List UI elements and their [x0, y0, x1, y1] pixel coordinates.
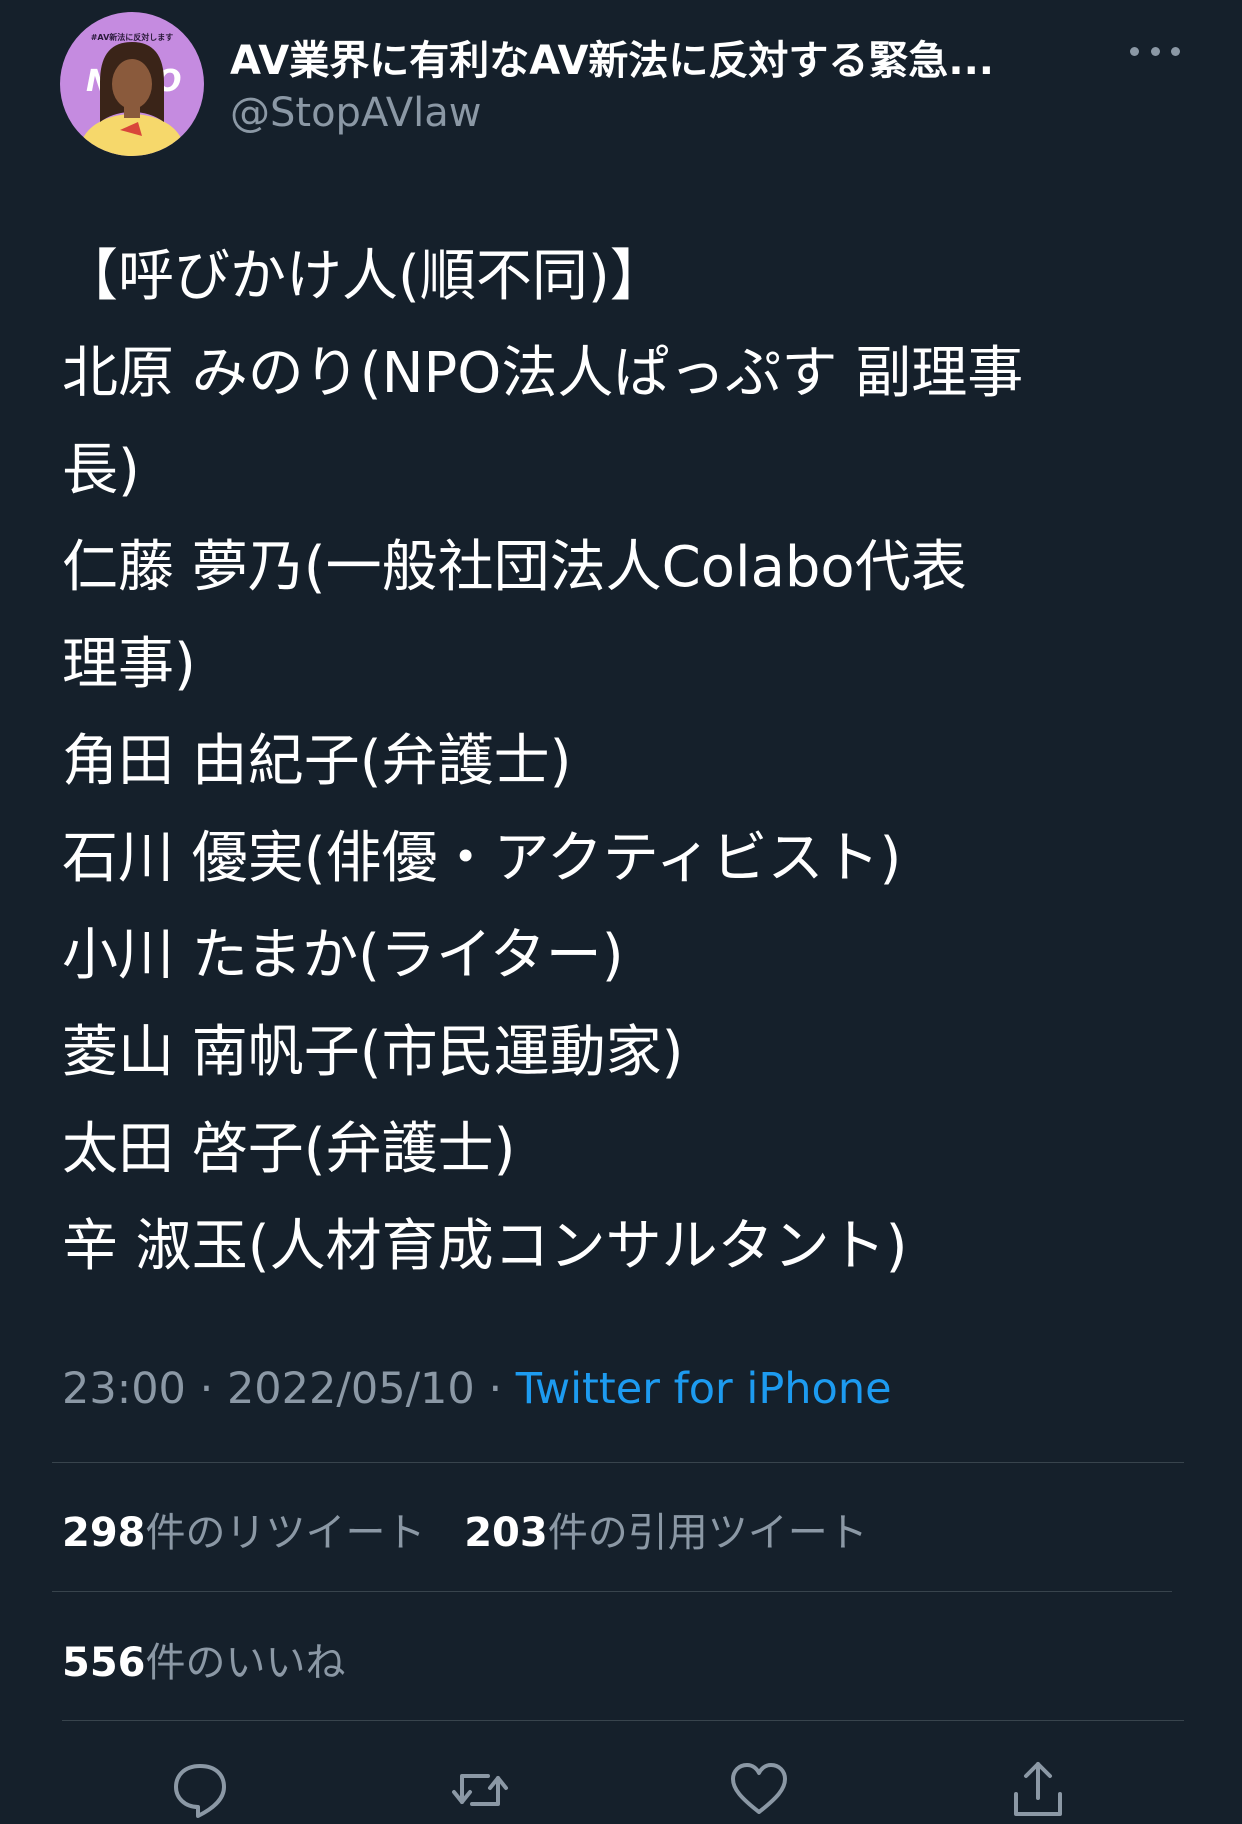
dot	[1150, 46, 1160, 56]
heart-icon[interactable]	[727, 1758, 791, 1822]
tweet-line: 石川 優実(俳優・アクティビスト)	[62, 826, 902, 891]
tweet-header: #AV新法に反対します N O AV業界に有利なAV新法に反対する緊急... @…	[0, 0, 1242, 170]
dot	[1171, 46, 1180, 56]
tweet-line: 北原 みのり(NPO法人ぱっぷす 副理事	[62, 341, 1024, 406]
divider	[52, 1462, 1184, 1463]
tweet-line: 辛 淑玉(人材育成コンサルタント)	[62, 1214, 908, 1279]
tweet-line: 小川 たまか(ライター)	[62, 923, 624, 988]
tweet-time[interactable]: 23:00	[62, 1364, 186, 1414]
meta-separator: ·	[474, 1364, 516, 1414]
divider	[62, 1720, 1184, 1721]
tweet-line: 菱山 南帆子(市民運動家)	[62, 1020, 684, 1085]
tweet-line: 【呼びかけ人(順不同)】	[62, 244, 666, 309]
likes-label: 件のいいね	[145, 1640, 346, 1686]
retweet-stats-row: 298件のリツイート 203件の引用ツイート	[62, 1500, 868, 1558]
tweet-date[interactable]: 2022/05/10	[227, 1364, 475, 1414]
tweet-line: 長)	[62, 438, 140, 503]
avatar[interactable]: #AV新法に反対します N O	[60, 12, 204, 156]
retweets-count: 298	[62, 1510, 146, 1556]
tweet-line: 角田 由紀子(弁護士)	[62, 729, 572, 794]
quotes-link[interactable]: 203件の引用ツイート	[464, 1510, 868, 1556]
tweet-line: 理事)	[62, 632, 196, 697]
meta-separator: ·	[185, 1364, 227, 1414]
quotes-label: 件の引用ツイート	[547, 1510, 868, 1556]
likes-link[interactable]: 556件のいいね	[62, 1640, 346, 1686]
tweet-meta: 23:00 · 2022/05/10 · Twitter for iPhone	[62, 1364, 892, 1414]
divider	[52, 1591, 1172, 1592]
likes-count: 556	[62, 1640, 146, 1686]
tweet-line: 仁藤 夢乃(一般社団法人Colabo代表	[62, 535, 967, 600]
dot	[1130, 46, 1139, 56]
avatar-illustration-icon	[80, 42, 184, 156]
more-dots-icon[interactable]	[1130, 36, 1180, 66]
tweet-line: 太田 啓子(弁護士)	[62, 1117, 516, 1182]
share-icon[interactable]	[1006, 1758, 1070, 1822]
quotes-count: 203	[464, 1510, 548, 1556]
tweet-text: 【呼びかけ人(順不同)】 北原 みのり(NPO法人ぱっぷす 副理事 長) 仁藤 …	[62, 228, 1202, 1295]
reply-icon[interactable]	[168, 1758, 232, 1822]
retweets-link[interactable]: 298件のリツイート	[62, 1510, 426, 1556]
action-bar	[0, 1750, 1242, 1824]
user-handle[interactable]: @StopAVlaw	[230, 90, 481, 136]
tweet-source-link[interactable]: Twitter for iPhone	[516, 1364, 892, 1414]
retweet-icon[interactable]	[448, 1758, 512, 1822]
display-name[interactable]: AV業界に有利なAV新法に反対する緊急...	[230, 28, 994, 86]
likes-stats-row: 556件のいいね	[62, 1630, 346, 1688]
retweets-label: 件のリツイート	[145, 1510, 426, 1556]
